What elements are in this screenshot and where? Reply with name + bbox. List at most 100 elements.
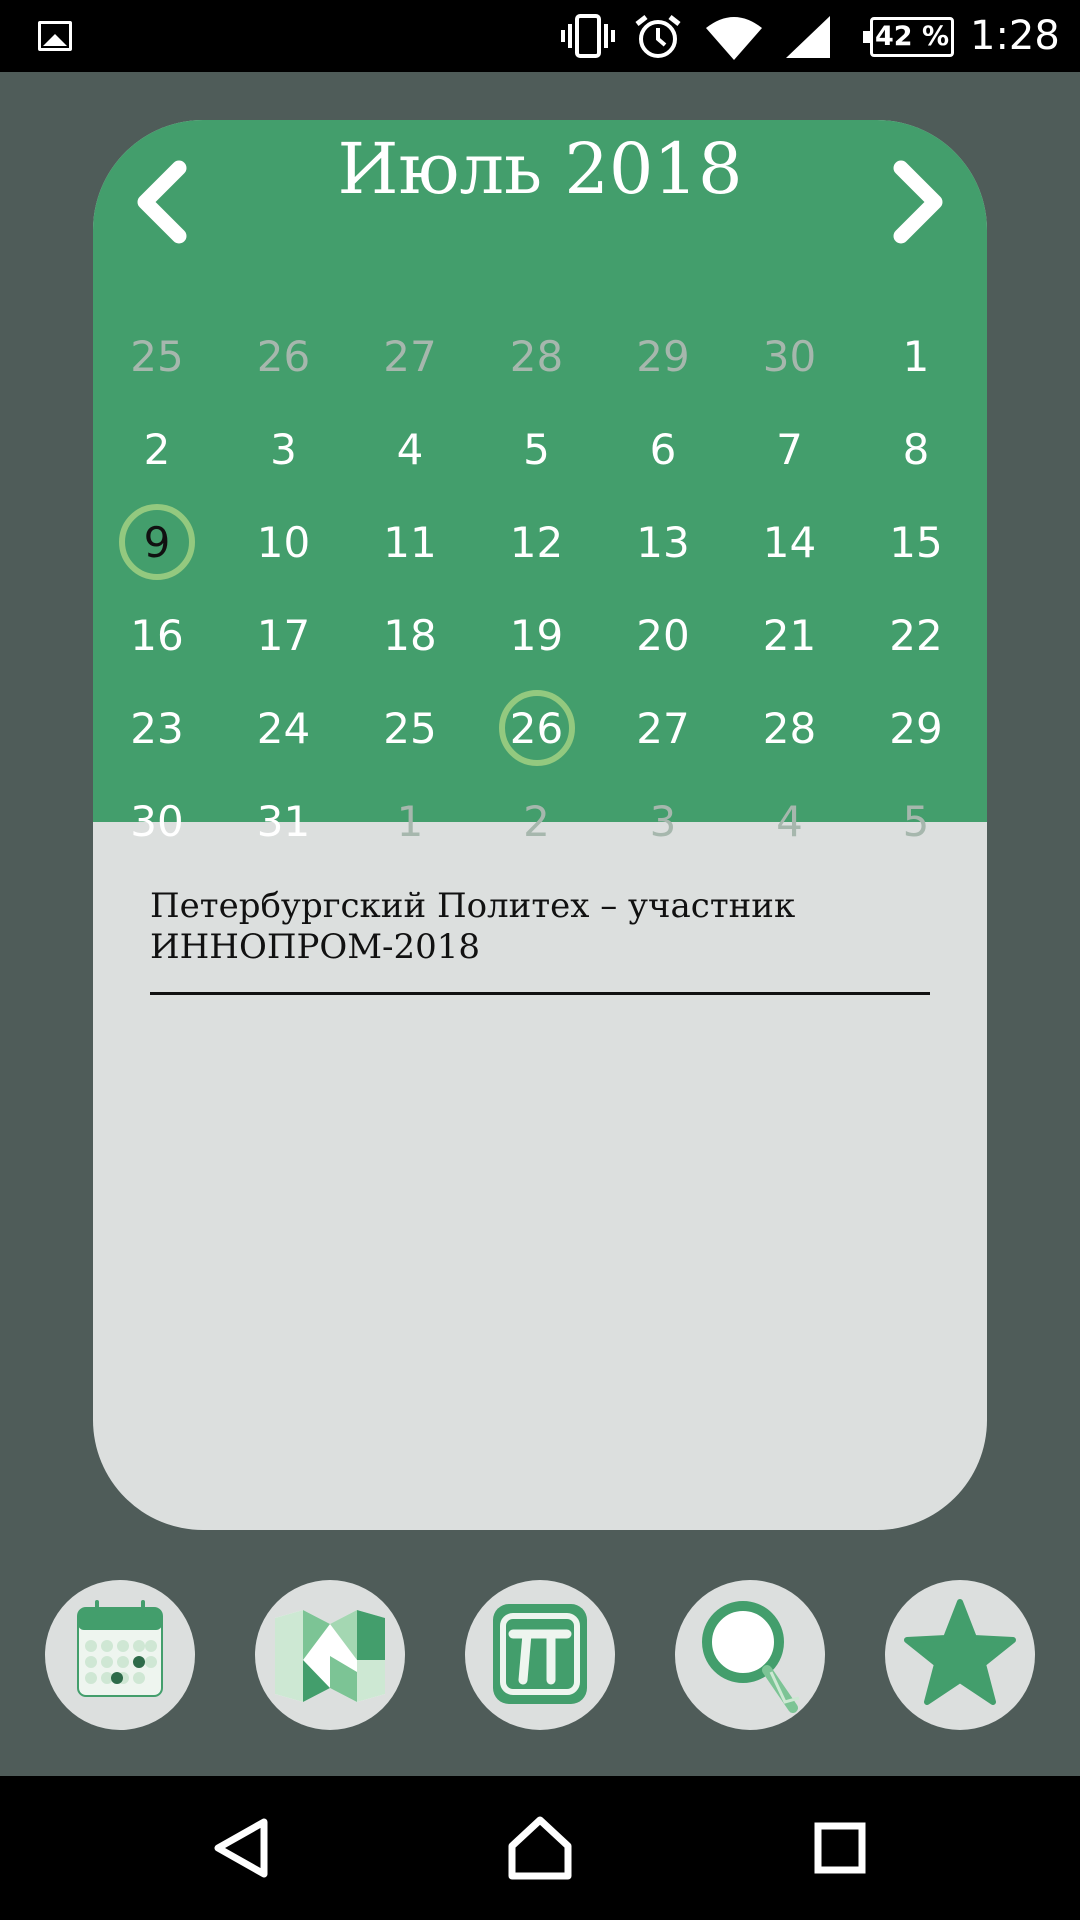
event-item[interactable]: Петербургский Политех – участник ИННОПРО…	[150, 886, 930, 995]
recents-button[interactable]	[780, 1776, 900, 1920]
day-number: 2	[143, 425, 171, 474]
calendar-day[interactable]: 4	[350, 403, 470, 496]
calendar-day-outside-month[interactable]: 26	[224, 310, 344, 403]
calendar-day[interactable]: 7	[730, 403, 850, 496]
tab-map[interactable]	[255, 1580, 405, 1730]
day-number: 1	[396, 797, 424, 846]
calendar-day-outside-month[interactable]: 4	[730, 775, 850, 868]
calendar-day[interactable]: 15	[856, 496, 976, 589]
wifi-icon	[706, 17, 762, 60]
calendar-day[interactable]: 20	[603, 589, 723, 682]
calendar-day-outside-month[interactable]: 5	[856, 775, 976, 868]
day-number: 28	[509, 332, 564, 381]
calendar-day[interactable]: 16	[97, 589, 217, 682]
month-title: Июль 2018	[337, 128, 743, 210]
calendar-day[interactable]: 27	[603, 682, 723, 775]
calendar-day[interactable]: 6	[603, 403, 723, 496]
calendar-day[interactable]: 5	[477, 403, 597, 496]
home-icon	[508, 1816, 572, 1880]
calendar-day[interactable]: 8	[856, 403, 976, 496]
day-number: 2	[523, 797, 550, 846]
day-number: 27	[636, 704, 690, 753]
next-month-button[interactable]	[877, 150, 957, 250]
status-bar: 42 % 1:28	[0, 0, 1080, 72]
calendar-day-outside-month[interactable]: 1	[350, 775, 470, 868]
polytech-logo-icon	[493, 1604, 587, 1704]
calendar-day[interactable]: 14	[730, 496, 850, 589]
calendar-day[interactable]: 19	[477, 589, 597, 682]
day-number: 31	[256, 797, 311, 846]
back-button[interactable]	[180, 1776, 300, 1920]
day-number: 1	[902, 332, 930, 381]
calendar-day-outside-month[interactable]: 2	[477, 775, 597, 868]
calendar-week: 30 31 1 2 3 4 5	[93, 775, 987, 868]
day-number: 14	[762, 518, 817, 567]
signal-icon	[786, 16, 830, 58]
star-icon	[904, 1599, 1016, 1705]
map-icon	[275, 1610, 385, 1702]
calendar-icon	[77, 1600, 163, 1697]
battery-icon: 42 %	[863, 17, 954, 57]
day-number: 25	[383, 704, 437, 753]
tab-calendar[interactable]	[45, 1580, 195, 1730]
calendar-day[interactable]: 26	[477, 682, 597, 775]
day-number: 3	[270, 425, 297, 474]
calendar-week: 25 26 27 28 29 30 1	[93, 310, 987, 403]
calendar-day[interactable]: 11	[350, 496, 470, 589]
day-number: 24	[256, 704, 311, 753]
day-number: 11	[383, 518, 437, 567]
calendar-day[interactable]: 29	[856, 682, 976, 775]
calendar-day[interactable]: 21	[730, 589, 850, 682]
calendar-day-outside-month[interactable]: 27	[350, 310, 470, 403]
system-nav-bar	[0, 1776, 1080, 1920]
clock: 1:28	[970, 13, 1060, 59]
day-number: 13	[636, 518, 690, 567]
tab-favorites[interactable]	[885, 1580, 1035, 1730]
tab-search[interactable]	[675, 1580, 825, 1730]
calendar-day-outside-month[interactable]: 29	[603, 310, 723, 403]
calendar-day-outside-month[interactable]: 30	[730, 310, 850, 403]
day-number: 10	[256, 518, 311, 567]
day-number: 25	[130, 332, 184, 381]
day-number: 22	[889, 611, 943, 660]
calendar-day-outside-month[interactable]: 3	[603, 775, 723, 868]
gallery-icon	[38, 21, 72, 51]
calendar-day[interactable]: 3	[224, 403, 344, 496]
day-number: 5	[523, 425, 550, 474]
day-number: 29	[889, 704, 943, 753]
calendar-day[interactable]: 9	[97, 496, 217, 589]
calendar-day[interactable]: 25	[350, 682, 470, 775]
calendar-day[interactable]: 2	[97, 403, 217, 496]
day-number: 27	[383, 332, 437, 381]
calendar-day-outside-month[interactable]: 28	[477, 310, 597, 403]
day-number: 18	[383, 611, 437, 660]
calendar-day[interactable]: 10	[224, 496, 344, 589]
calendar-day[interactable]: 24	[224, 682, 344, 775]
day-number: 5	[902, 797, 930, 846]
calendar-day[interactable]: 17	[224, 589, 344, 682]
back-icon	[214, 1818, 268, 1878]
day-number: 4	[776, 797, 803, 846]
calendar-day[interactable]: 23	[97, 682, 217, 775]
vibrate-icon	[561, 14, 615, 58]
recents-icon	[814, 1822, 866, 1874]
calendar-day[interactable]: 13	[603, 496, 723, 589]
calendar-day[interactable]: 18	[350, 589, 470, 682]
home-button[interactable]	[480, 1776, 600, 1920]
calendar-day[interactable]: 22	[856, 589, 976, 682]
day-number: 7	[776, 425, 803, 474]
day-number: 8	[902, 425, 930, 474]
day-number: 30	[762, 332, 817, 381]
calendar-day[interactable]: 31	[224, 775, 344, 868]
day-number: 26	[509, 704, 564, 753]
calendar-day[interactable]: 12	[477, 496, 597, 589]
day-number: 29	[636, 332, 690, 381]
day-number: 12	[509, 518, 564, 567]
calendar-day[interactable]: 28	[730, 682, 850, 775]
day-number: 4	[396, 425, 424, 474]
tab-polytech[interactable]	[465, 1580, 615, 1730]
calendar-day[interactable]: 30	[97, 775, 217, 868]
calendar-day[interactable]: 1	[856, 310, 976, 403]
calendar-week: 23 24 25 26 27 28 29	[93, 682, 987, 775]
calendar-day-outside-month[interactable]: 25	[97, 310, 217, 403]
